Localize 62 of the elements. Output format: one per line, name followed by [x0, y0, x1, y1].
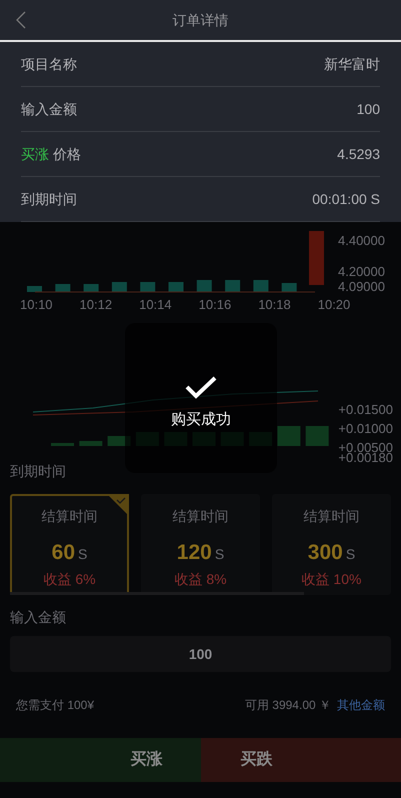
toast-message: 购买成功	[171, 410, 231, 430]
axis-label: 10:20	[318, 296, 350, 314]
page-title: 订单详情	[172, 10, 228, 30]
indicator-bar	[51, 443, 74, 446]
volume-bar	[27, 286, 42, 292]
option-unit: S	[78, 545, 88, 564]
option-seconds: 300	[308, 540, 343, 566]
amount-field[interactable]: 100	[10, 636, 391, 672]
option-profit: 收益 10%	[302, 570, 362, 588]
indicator-bar	[306, 426, 329, 446]
candle-bar	[309, 231, 324, 285]
buy-down-button[interactable]: 买跌	[200, 738, 401, 782]
option-caption: 结算时间	[172, 507, 228, 526]
detail-label: 到期时间	[21, 190, 77, 208]
indicator-bar	[277, 426, 300, 446]
detail-label: 买涨 价格	[21, 144, 81, 164]
axis-label: +0.01500	[338, 401, 393, 419]
axis-label: 10:16	[198, 296, 232, 314]
option-profit: 收益 6%	[43, 570, 96, 588]
check-icon	[185, 374, 217, 399]
axis-label: 4.40000	[338, 232, 385, 250]
section-title: 输入金额	[10, 608, 67, 627]
axis-label: 10:12	[80, 296, 112, 314]
volume-bar	[84, 284, 99, 292]
available-balance: 可用 3994.00 ￥	[244, 697, 331, 714]
axis-label: 10:14	[139, 296, 172, 314]
option-unit: S	[346, 545, 356, 564]
axis-label: 10:18	[258, 296, 291, 314]
volume-bar	[140, 282, 156, 292]
indicator-bar	[79, 441, 102, 446]
volume-bar	[282, 283, 297, 292]
detail-value: 00:01:00 S	[312, 190, 380, 208]
buy-up-button[interactable]: 买涨	[0, 738, 200, 782]
option-caption: 结算时间	[304, 507, 360, 526]
back-icon[interactable]	[16, 11, 26, 29]
axis-label: 10:10	[20, 296, 53, 314]
detail-label: 项目名称	[21, 54, 77, 74]
volume-bar	[112, 282, 127, 292]
detail-value: 4.5293	[337, 144, 380, 164]
axis-label: 4.09000	[338, 278, 385, 296]
axis-label: 4.20000	[338, 263, 385, 281]
payment-due: 您需支付 100¥	[16, 697, 94, 714]
expiry-option[interactable]: 结算时间 60 S 收益 6%	[10, 494, 129, 595]
axis-label: +0.01000	[338, 420, 393, 438]
volume-bar	[168, 282, 184, 292]
option-caption: 结算时间	[42, 507, 98, 526]
other-amount-link[interactable]: 其他金额	[337, 696, 385, 714]
volume-bar	[55, 284, 70, 292]
option-seconds: 120	[176, 540, 212, 566]
section-title: 到期时间	[10, 462, 67, 481]
detail-label: 输入金额	[21, 100, 77, 118]
expiry-option[interactable]: 结算时间 120 S 收益 8%	[141, 494, 260, 595]
detail-value: 新华富时	[324, 54, 380, 74]
detail-value: 100	[356, 100, 380, 118]
check-corner-icon	[107, 494, 129, 516]
option-unit: S	[214, 545, 224, 564]
expiry-option[interactable]: 结算时间 300 S 收益 10%	[272, 494, 391, 595]
option-seconds: 60	[52, 540, 75, 566]
volume-bar	[253, 280, 268, 292]
option-profit: 收益 8%	[174, 570, 227, 588]
volume-bar	[196, 280, 212, 292]
volume-bar	[225, 280, 240, 292]
